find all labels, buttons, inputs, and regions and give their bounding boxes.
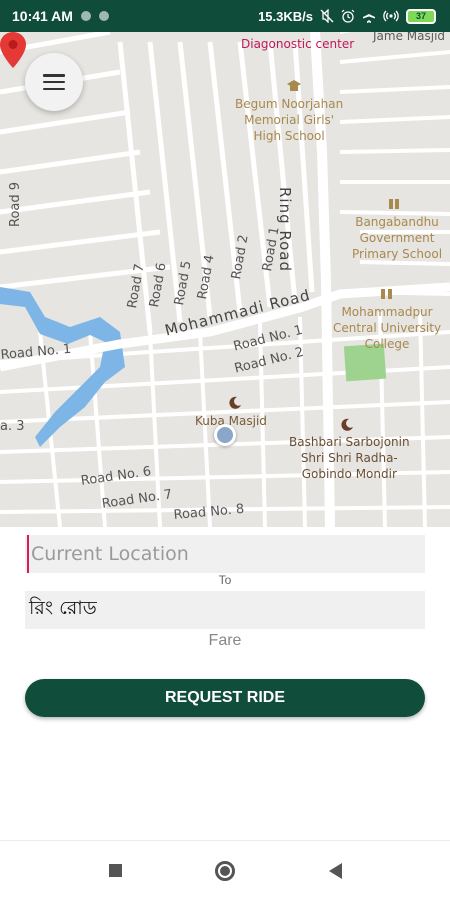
notification-dot-icon — [80, 11, 91, 21]
status-bar: 10:41 AM 15.3KB/s 37 — [0, 0, 450, 32]
menu-icon — [43, 74, 65, 90]
recents-icon — [108, 864, 122, 877]
home-button[interactable] — [210, 856, 240, 886]
map-view[interactable]: Diagonostic center Jame Masjid Begum Noo… — [0, 32, 450, 527]
school-icon — [287, 80, 301, 91]
map-label-college: Mohammadpur Central University College — [333, 305, 442, 351]
temple-icon — [341, 418, 353, 431]
map-label-road-9: Road 9 — [8, 181, 23, 227]
school-icon — [389, 199, 399, 209]
battery-icon: 37 — [406, 8, 436, 24]
pickup-field[interactable] — [25, 535, 425, 573]
destination-field[interactable]: রিং রোড — [25, 591, 425, 629]
home-icon — [215, 860, 235, 881]
map-label-jame-masjid: Jame Masjid — [373, 32, 446, 43]
hotspot-icon — [383, 10, 399, 22]
back-button[interactable] — [320, 856, 350, 886]
to-label: To — [218, 573, 232, 587]
pickup-input[interactable] — [27, 535, 425, 573]
school-icon — [381, 289, 392, 299]
mosque-icon — [229, 396, 241, 409]
request-ride-button[interactable]: REQUEST RIDE — [25, 679, 425, 717]
destination-input[interactable]: রিং রোড — [27, 594, 97, 626]
map-label-temple: Bashbari Sarbojonin Shri Shri Radha- Gob… — [289, 435, 410, 481]
back-icon — [328, 862, 342, 879]
menu-button[interactable] — [25, 53, 83, 111]
map-label-diagnostic-center: Diagonostic center — [241, 37, 355, 51]
status-left: 10:41 AM — [12, 8, 109, 24]
status-right: 15.3KB/s 37 — [258, 8, 436, 24]
network-speed: 15.3KB/s — [258, 8, 313, 24]
no-sound-icon — [320, 9, 334, 23]
status-time: 10:41 AM — [12, 8, 73, 24]
airplane-mode-icon — [363, 10, 375, 23]
map-label-school-2: Bangabandhu Government Primary School — [352, 215, 443, 261]
map-label-road-3: a. 3 — [0, 419, 25, 434]
system-nav-bar — [0, 840, 450, 900]
notification-dot-icon — [98, 11, 109, 21]
alarm-icon — [341, 9, 355, 23]
current-location-dot — [214, 424, 236, 446]
fare-label: Fare — [208, 632, 242, 649]
map-label-school-1: Begum Noorjahan Memorial Girls' High Sch… — [235, 97, 344, 143]
destination-pin-icon[interactable] — [0, 32, 26, 68]
recents-button[interactable] — [100, 856, 130, 886]
